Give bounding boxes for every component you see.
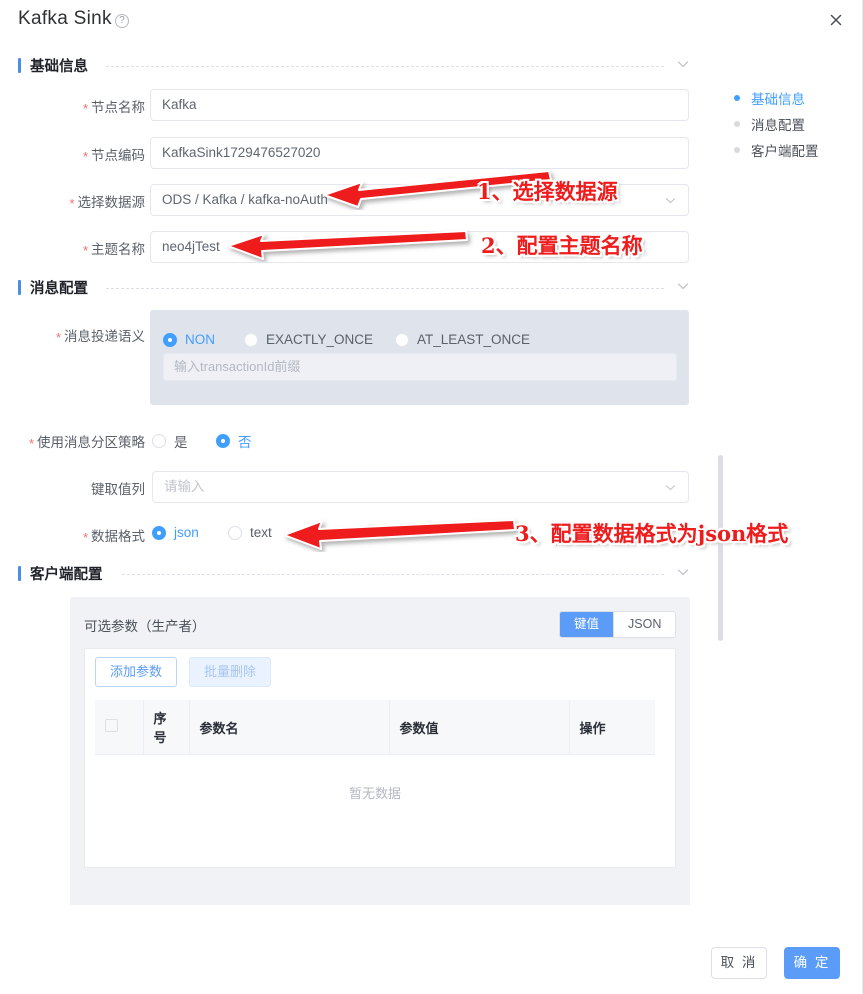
section-divider <box>122 574 664 575</box>
key-column-select[interactable]: 请输入 <box>152 471 689 503</box>
table-empty-row: 暂无数据 <box>95 754 655 832</box>
view-mode-keyvalue[interactable]: 键值 <box>560 612 615 637</box>
node-code-input[interactable]: KafkaSink1729476527020 <box>150 137 689 169</box>
section-accent-bar <box>18 280 21 295</box>
nav-dot-icon <box>734 121 740 127</box>
radio-label: NON <box>185 332 215 347</box>
label-node-name: 节点名称 <box>40 96 145 116</box>
vertical-scrollbar-thumb[interactable] <box>718 455 723 641</box>
table-header-row: 序号 参数名 参数值 操作 <box>95 700 655 755</box>
radio-indicator <box>228 525 242 540</box>
radio-label: json <box>174 525 199 540</box>
radio-label: text <box>250 525 272 540</box>
label-partition-strategy: 使用消息分区策略 <box>10 431 145 451</box>
table-header-param-name: 参数名 <box>189 700 390 755</box>
section-accent-bar <box>18 566 21 581</box>
radio-indicator <box>216 434 230 448</box>
empty-state-text: 暂无数据 <box>95 754 655 832</box>
radio-delivery-non[interactable]: NON <box>163 332 215 347</box>
close-icon[interactable] <box>825 9 847 31</box>
label-key-column: 键取值列 <box>91 482 145 497</box>
params-table: 序号 参数名 参数值 操作 暂无数据 <box>95 700 655 832</box>
dialog-header: Kafka Sink ? <box>0 0 863 44</box>
section-header-client[interactable]: 客户端配置 <box>18 563 690 587</box>
section-header-message[interactable]: 消息配置 <box>18 277 690 301</box>
node-name-input[interactable]: Kafka <box>150 89 689 121</box>
page-title: Kafka Sink <box>18 8 112 29</box>
add-parameter-button[interactable]: 添加参数 <box>95 657 178 687</box>
radio-indicator <box>152 525 166 540</box>
section-divider <box>106 66 664 67</box>
nav-dot-icon <box>734 147 740 153</box>
view-mode-toggle[interactable]: 键值 JSON <box>559 611 677 638</box>
chevron-down-icon[interactable] <box>676 57 690 71</box>
label-node-code: 节点编码 <box>40 144 145 164</box>
chevron-down-icon[interactable] <box>664 481 677 494</box>
radio-delivery-at-least-once[interactable]: AT_LEAST_ONCE <box>395 332 530 347</box>
radio-delivery-exactly-once[interactable]: EXACTLY_ONCE <box>244 332 373 347</box>
nav-item-basic[interactable]: 基础信息 <box>734 88 805 108</box>
section-header-basic[interactable]: 基础信息 <box>18 55 690 79</box>
cancel-button[interactable]: 取 消 <box>711 947 767 979</box>
radio-format-text[interactable]: text <box>228 525 272 540</box>
chevron-down-icon[interactable] <box>676 565 690 579</box>
radio-label: 否 <box>238 435 252 450</box>
nav-item-label: 客户端配置 <box>751 144 819 159</box>
table-header-param-value: 参数值 <box>389 700 570 755</box>
view-mode-json[interactable]: JSON <box>614 612 676 637</box>
bulk-delete-button: 批量删除 <box>189 657 272 687</box>
nav-item-message[interactable]: 消息配置 <box>734 114 805 134</box>
confirm-button[interactable]: 确 定 <box>784 947 840 979</box>
radio-format-json[interactable]: json <box>152 525 199 540</box>
transaction-id-prefix-input[interactable]: 输入transactionId前缀 <box>163 353 677 381</box>
nav-item-label: 基础信息 <box>751 92 805 107</box>
chevron-down-icon[interactable] <box>664 194 677 207</box>
annotation-text-3: 3、配置数据格式为json格式 <box>515 521 789 546</box>
select-all-checkbox[interactable] <box>105 719 118 732</box>
section-title: 消息配置 <box>30 281 88 297</box>
kafka-sink-dialog: Kafka Sink ? 基础信息 节点名称 Kafka 节点编码 KafkaS… <box>0 0 863 994</box>
nav-dot-icon <box>734 95 740 101</box>
nav-item-client[interactable]: 客户端配置 <box>734 140 819 160</box>
section-title: 基础信息 <box>30 59 88 75</box>
section-divider <box>106 288 664 289</box>
table-header-actions: 操作 <box>569 700 655 755</box>
optional-params-title: 可选参数（生产者） <box>84 619 206 634</box>
nav-item-label: 消息配置 <box>751 118 805 133</box>
annotation-arrow-3 <box>283 519 516 550</box>
radio-label: 是 <box>174 435 188 450</box>
radio-label: AT_LEAST_ONCE <box>417 332 531 347</box>
label-data-format: 数据格式 <box>40 525 145 545</box>
question-circle-icon[interactable]: ? <box>115 14 129 28</box>
datasource-select[interactable]: ODS / Kafka / kafka-noAuth <box>150 184 689 216</box>
radio-indicator <box>163 332 177 347</box>
table-header-index: 序号 <box>143 700 190 755</box>
table-header-select-all <box>95 700 144 755</box>
radio-indicator <box>395 332 409 347</box>
radio-indicator <box>244 332 258 347</box>
chevron-down-icon[interactable] <box>676 279 690 293</box>
section-accent-bar <box>18 58 21 73</box>
label-topic-name: 主题名称 <box>40 238 145 258</box>
radio-partition-no[interactable]: 否 <box>216 431 252 451</box>
label-datasource: 选择数据源 <box>28 191 146 211</box>
label-delivery-semantics: 消息投递语义 <box>28 325 145 345</box>
radio-label: EXACTLY_ONCE <box>266 332 374 347</box>
radio-indicator <box>152 434 166 448</box>
topic-name-input[interactable]: neo4jTest <box>150 231 689 263</box>
section-title: 客户端配置 <box>30 567 103 583</box>
radio-partition-yes[interactable]: 是 <box>152 431 188 451</box>
